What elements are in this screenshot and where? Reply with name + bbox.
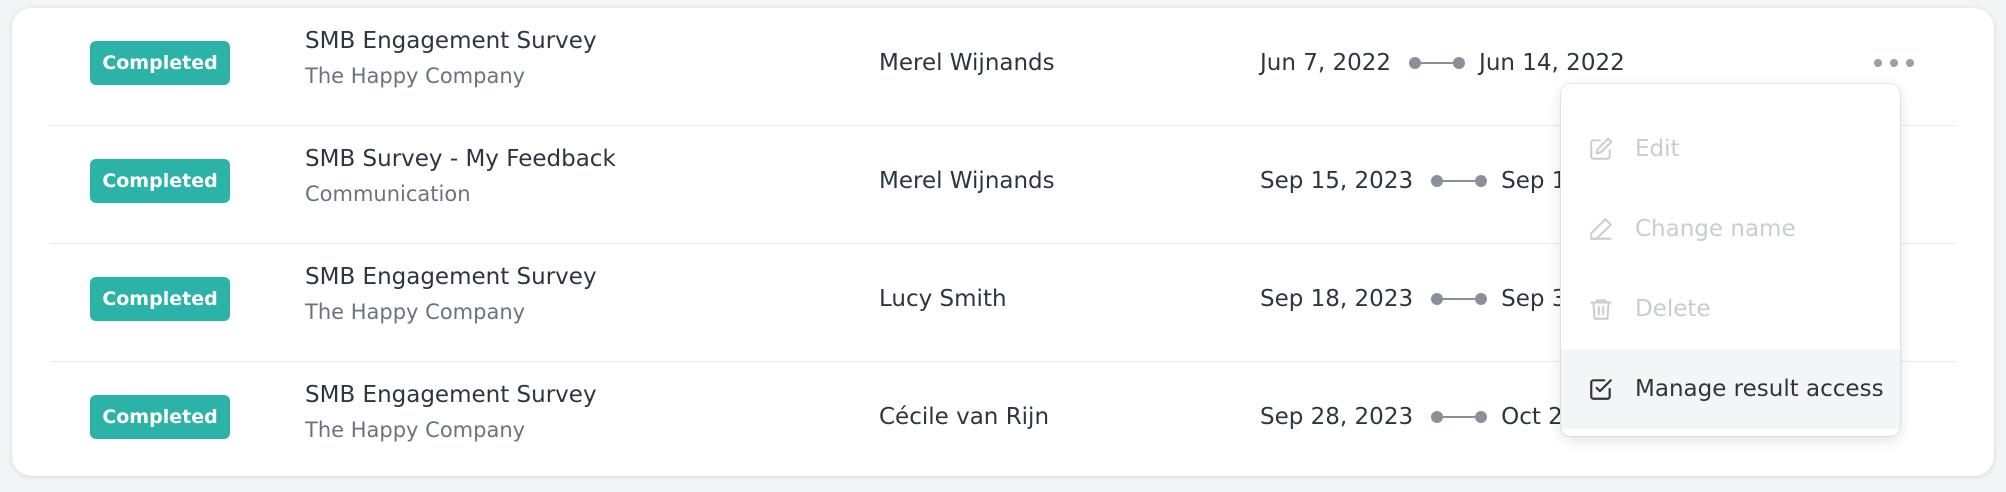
survey-subtitle: The Happy Company: [305, 300, 526, 324]
pencil-icon: [1590, 218, 1612, 240]
surveys-table-card: Completed SMB Engagement Survey The Happ…: [12, 8, 1994, 476]
start-date: Sep 18, 2023: [1260, 286, 1414, 312]
checkbox-icon: [1590, 379, 1612, 400]
status-badge: Completed: [90, 277, 230, 321]
menu-item-delete[interactable]: Delete: [1561, 269, 1900, 349]
menu-item-label: Edit: [1635, 136, 1680, 162]
end-date: Jun 14, 2022: [1479, 50, 1625, 76]
menu-item-label: Manage result access: [1635, 376, 1884, 402]
date-range: Sep 28, 2023 Oct 20: [1260, 404, 1577, 430]
owner-name: Merel Wijnands: [879, 50, 1055, 76]
date-connector-icon: [1431, 410, 1488, 424]
owner-name: Cécile van Rijn: [879, 404, 1050, 430]
survey-subtitle: The Happy Company: [305, 64, 526, 88]
start-date: Sep 28, 2023: [1260, 404, 1414, 430]
owner-name: Merel Wijnands: [879, 168, 1055, 194]
owner-name: Lucy Smith: [879, 286, 1007, 312]
survey-title[interactable]: SMB Survey - My Feedback: [305, 146, 616, 172]
date-range: Sep 18, 2023 Sep 30: [1260, 286, 1581, 312]
date-connector-icon: [1431, 292, 1488, 306]
survey-title[interactable]: SMB Engagement Survey: [305, 264, 597, 290]
menu-item-edit[interactable]: Edit: [1561, 109, 1900, 189]
status-badge: Completed: [90, 395, 230, 439]
survey-subtitle: The Happy Company: [305, 418, 526, 442]
start-date: Jun 7, 2022: [1260, 50, 1392, 76]
menu-item-manage-result-access[interactable]: Manage result access: [1561, 349, 1900, 429]
trash-icon: [1590, 299, 1612, 320]
survey-subtitle: Communication: [305, 182, 471, 206]
date-range: Sep 15, 2023 Sep 17,: [1260, 168, 1588, 194]
menu-item-label: Change name: [1635, 216, 1796, 242]
survey-title[interactable]: SMB Engagement Survey: [305, 28, 597, 54]
status-badge: Completed: [90, 41, 230, 85]
edit-icon: [1590, 137, 1613, 160]
more-options-icon[interactable]: [1874, 50, 1914, 76]
date-connector-icon: [1409, 56, 1466, 70]
start-date: Sep 15, 2023: [1260, 168, 1414, 194]
row-actions-menu: Edit Change name Delete Manage result ac…: [1561, 84, 1900, 436]
survey-title[interactable]: SMB Engagement Survey: [305, 382, 597, 408]
menu-item-change-name[interactable]: Change name: [1561, 189, 1900, 269]
status-badge: Completed: [90, 159, 230, 203]
date-connector-icon: [1431, 174, 1488, 188]
date-range: Jun 7, 2022 Jun 14, 2022: [1260, 50, 1625, 76]
menu-item-label: Delete: [1635, 296, 1711, 322]
